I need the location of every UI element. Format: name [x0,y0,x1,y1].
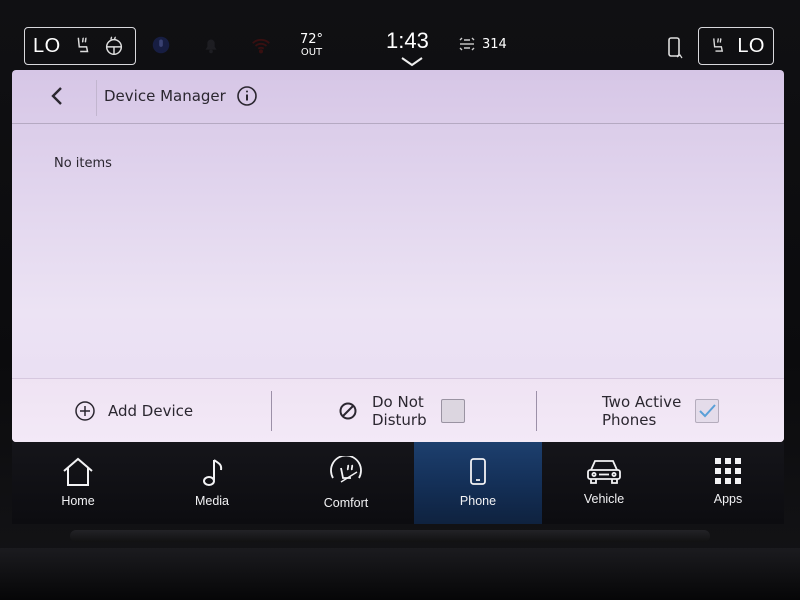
add-device-button[interactable]: Add Device [74,379,193,442]
range-icon [459,37,475,51]
action-separator [536,391,537,431]
steering-heat-icon [105,36,122,55]
lower-bezel [0,548,800,600]
two-active-phones-label: Two Active Phones [602,393,681,429]
two-active-label-line2: Phones [602,411,657,429]
nav-apps-label: Apps [713,492,743,506]
add-circle-icon [75,401,95,421]
back-button[interactable] [36,78,78,114]
nav-vehicle[interactable]: Vehicle [540,442,668,524]
phone-status-icon [668,37,683,59]
chevron-down-icon[interactable] [399,56,425,68]
home-icon [63,457,93,486]
nav-apps[interactable]: Apps [664,442,792,524]
bezel-trim [70,530,710,542]
checkmark-icon [699,404,717,418]
passenger-climate-button[interactable]: LO [698,27,774,65]
two-active-label-line1: Two Active [602,393,682,411]
driver-temp-setting: LO [33,34,61,57]
action-separator [271,391,272,431]
seat-heat-icon [77,37,89,53]
info-icon[interactable] [236,85,258,107]
nav-phone-label: Phone [459,494,497,508]
two-active-phones-checkbox[interactable] [695,399,720,423]
range-indicator: 314 [458,36,507,52]
driver-climate-button[interactable]: LO [24,27,136,65]
action-bar: Add Device Do Not Disturb Two Active Pho… [12,378,784,442]
back-chevron-icon [51,87,62,105]
range-value: 314 [482,36,507,52]
outside-temperature: 72° OUT [300,33,323,59]
do-not-disturb-toggle[interactable]: Do Not Disturb [338,379,465,442]
two-active-phones-toggle[interactable]: Two Active Phones [602,379,720,442]
nav-home-label: Home [61,494,95,508]
clock[interactable]: 1:43 [386,28,429,54]
nav-comfort[interactable]: Comfort [282,442,410,524]
page-title: Device Manager [104,87,226,105]
apps-grid-icon [715,458,741,484]
device-manager-panel: Device Manager No items Add Device Do No… [12,70,784,442]
outside-temp-value: 72° [300,32,324,47]
do-not-disturb-label: Do Not Disturb [372,393,427,429]
nav-comfort-label: Comfort [323,496,369,510]
nav-vehicle-label: Vehicle [583,492,625,506]
car-icon [587,460,621,484]
dnd-label-line1: Do Not [372,393,424,411]
do-not-disturb-checkbox[interactable] [440,399,465,423]
nav-phone[interactable]: Phone [414,442,542,524]
header-divider [96,80,97,116]
nav-media-label: Media [194,494,230,508]
phone-icon [470,458,486,485]
do-not-disturb-icon [339,402,357,420]
status-bar: LO 72° OUT 1:43 314 LO [18,22,788,70]
nav-home[interactable]: Home [14,442,142,524]
passenger-seat-heat-icon [713,38,724,52]
panel-header: Device Manager [12,70,784,124]
comfort-icon [330,456,362,483]
wifi-icon [252,39,270,54]
bell-icon [205,39,217,54]
add-device-label: Add Device [108,402,194,420]
music-note-icon [203,459,223,486]
empty-list-message: No items [54,156,112,171]
bottom-navigation: Home Media Comfort Phone Vehicle Apps [12,442,784,524]
outside-temp-label: OUT [300,47,323,58]
microphone-icon [152,36,170,54]
dnd-label-line2: Disturb [372,411,427,429]
nav-media[interactable]: Media [148,442,276,524]
passenger-temp-setting: LO [737,34,765,57]
